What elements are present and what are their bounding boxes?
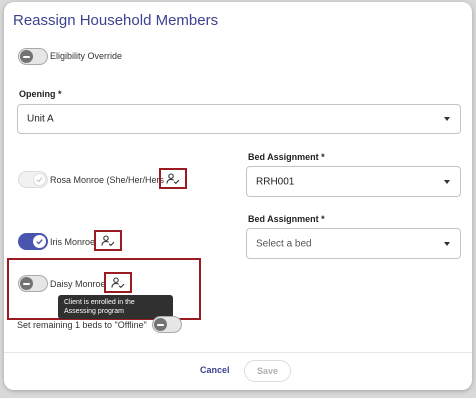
- bed-assignment-label-iris: Bed Assignment *: [248, 214, 325, 224]
- member-name-daisy: Daisy Monroe: [50, 279, 106, 289]
- cancel-button[interactable]: Cancel: [200, 365, 230, 375]
- toggle-knob: [33, 235, 46, 248]
- person-check-icon[interactable]: [163, 172, 183, 185]
- bed-assignment-select-rosa[interactable]: RRH001: [246, 166, 461, 197]
- toggle-knob: [33, 173, 46, 186]
- opening-select[interactable]: Unit A: [17, 104, 461, 134]
- toggle-knob: [20, 277, 33, 290]
- caret-down-icon: [444, 117, 450, 121]
- bed-assignment-select-iris[interactable]: Select a bed: [246, 228, 461, 259]
- bed-assignment-label-rosa: Bed Assignment *: [248, 152, 325, 162]
- offline-label: Set remaining 1 beds to "Offline": [17, 320, 147, 330]
- member-toggle-rosa[interactable]: [18, 171, 48, 188]
- dialog-title: Reassign Household Members: [13, 12, 219, 29]
- member-toggle-daisy[interactable]: [18, 275, 48, 292]
- person-check-icon[interactable]: [108, 276, 128, 289]
- save-button[interactable]: Save: [244, 360, 291, 382]
- member-name-iris: Iris Monroe: [50, 237, 96, 247]
- check-icon: [36, 177, 43, 183]
- caret-down-icon: [444, 179, 450, 184]
- caret-down-icon: [444, 241, 450, 246]
- toggle-knob: [20, 50, 33, 63]
- eligibility-override-label: Eligibility Override: [50, 51, 123, 61]
- opening-value: Unit A: [27, 113, 54, 125]
- member-name-rosa: Rosa Monroe (She/Her/Hers: [50, 175, 165, 185]
- footer-divider: [4, 352, 472, 353]
- eligibility-override-toggle[interactable]: [18, 48, 48, 65]
- toggle-knob: [154, 318, 167, 331]
- member-toggle-iris[interactable]: [18, 233, 48, 250]
- enrollment-tooltip: Client is enrolled in the Assessing prog…: [58, 295, 173, 319]
- person-check-icon[interactable]: [98, 234, 118, 247]
- offline-toggle[interactable]: [152, 316, 182, 333]
- reassign-dialog: Reassign Household Members Eligibility O…: [4, 2, 472, 390]
- check-icon: [36, 239, 43, 245]
- bed-assignment-placeholder-iris: Select a bed: [256, 238, 312, 249]
- bed-assignment-value-rosa: RRH001: [256, 176, 295, 187]
- opening-label: Opening *: [19, 89, 62, 99]
